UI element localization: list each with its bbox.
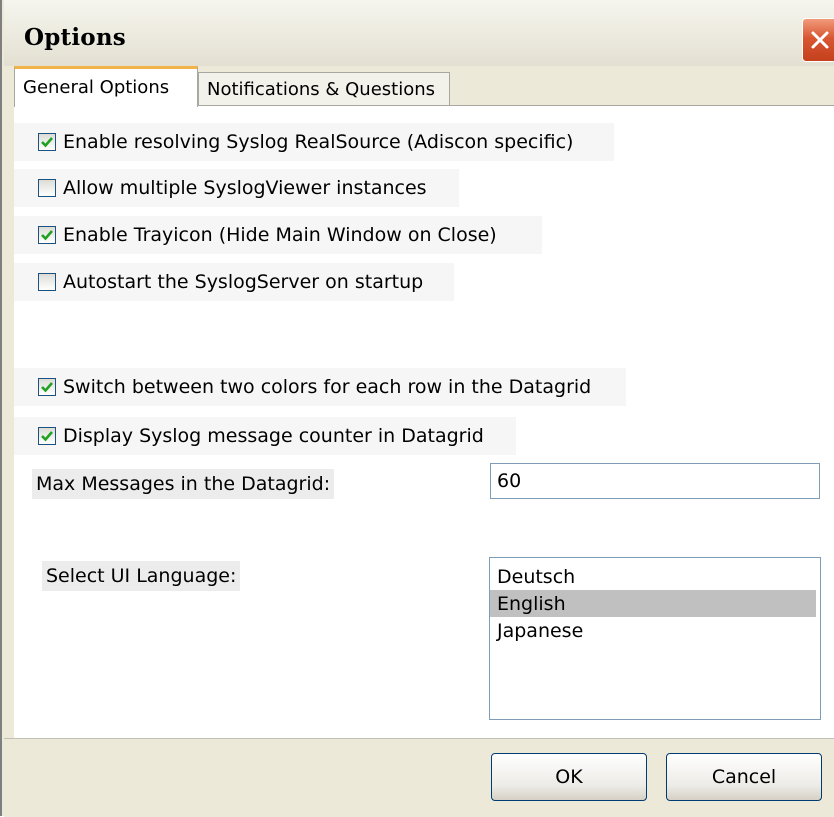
dialog-footer: OK Cancel xyxy=(4,738,834,817)
cancel-button[interactable]: Cancel xyxy=(666,753,822,801)
window-title: Options xyxy=(24,24,126,51)
option-label: Switch between two colors for each row i… xyxy=(63,376,592,398)
list-item-selected[interactable]: English xyxy=(490,590,816,617)
option-alternate-row-colors[interactable]: Switch between two colors for each row i… xyxy=(14,368,626,406)
checkbox[interactable] xyxy=(38,427,56,445)
title-bar[interactable]: Options xyxy=(4,0,834,66)
checkmark-icon xyxy=(41,382,53,393)
max-messages-input[interactable] xyxy=(490,463,820,499)
max-messages-label: Max Messages in the Datagrid: xyxy=(32,469,335,499)
close-button[interactable] xyxy=(802,18,834,62)
ok-button[interactable]: OK xyxy=(491,753,647,801)
checkmark-icon xyxy=(41,431,53,442)
tab-notifications-questions[interactable]: Notifications & Questions xyxy=(198,72,450,106)
option-label: Display Syslog message counter in Datagr… xyxy=(63,425,484,447)
tab-strip: General Options Notifications & Question… xyxy=(4,66,834,107)
checkmark-icon xyxy=(41,230,53,241)
checkmark-icon xyxy=(41,137,53,148)
option-label: Enable resolving Syslog RealSource (Adis… xyxy=(63,131,574,153)
option-message-counter[interactable]: Display Syslog message counter in Datagr… xyxy=(14,417,516,455)
checkbox[interactable] xyxy=(38,378,56,396)
option-label: Autostart the SyslogServer on startup xyxy=(63,271,424,293)
option-multiple-instances[interactable]: Allow multiple SyslogViewer instances xyxy=(14,169,459,207)
option-enable-trayicon[interactable]: Enable Trayicon (Hide Main Window on Clo… xyxy=(14,216,542,254)
close-icon xyxy=(811,31,829,49)
option-autostart-server[interactable]: Autostart the SyslogServer on startup xyxy=(14,263,454,301)
ui-language-listbox[interactable]: Deutsch English Japanese xyxy=(489,557,821,720)
checkbox[interactable] xyxy=(38,179,56,197)
option-label: Enable Trayicon (Hide Main Window on Clo… xyxy=(63,224,497,246)
list-item[interactable]: Deutsch xyxy=(490,563,820,590)
option-resolve-realsource[interactable]: Enable resolving Syslog RealSource (Adis… xyxy=(14,123,614,161)
ui-language-label: Select UI Language: xyxy=(42,561,241,591)
options-dialog: Options General Options Notifications & … xyxy=(0,0,834,817)
checkbox[interactable] xyxy=(38,226,56,244)
checkbox[interactable] xyxy=(38,133,56,151)
checkbox[interactable] xyxy=(38,273,56,291)
option-label: Allow multiple SyslogViewer instances xyxy=(63,177,427,199)
tab-general-options[interactable]: General Options xyxy=(14,66,198,107)
list-item[interactable]: Japanese xyxy=(490,617,820,644)
